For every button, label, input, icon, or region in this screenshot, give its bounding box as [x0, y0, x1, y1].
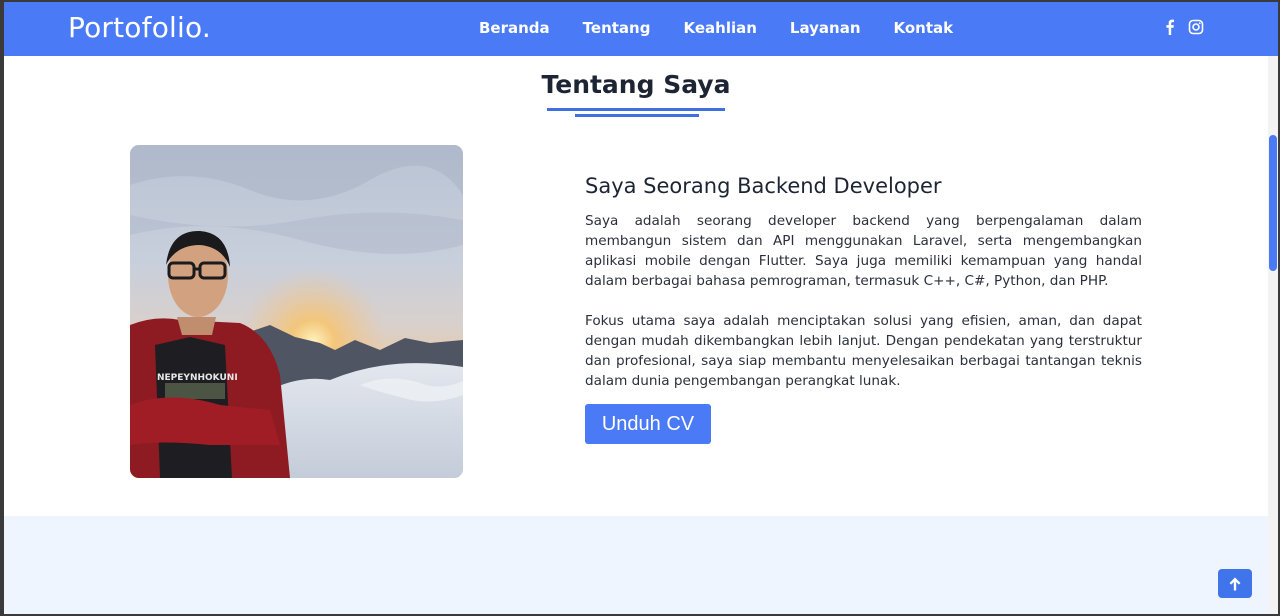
nav-item-tentang[interactable]: Tentang [583, 19, 651, 37]
about-heading: Saya Seorang Backend Developer [585, 174, 942, 198]
instagram-icon[interactable] [1188, 18, 1204, 36]
about-paragraph-2: Fokus utama saya adalah menciptakan solu… [585, 313, 1142, 389]
social-links [1162, 18, 1204, 36]
shirt-print: NEPEYNHOKUNI [157, 373, 238, 383]
nav-links: Beranda Tentang Keahlian Layanan Kontak [479, 19, 986, 37]
page: Portofolio. Beranda Tentang Keahlian Lay… [4, 2, 1278, 614]
profile-photo: NEPEYNHOKUNI [130, 145, 463, 478]
navbar: Portofolio. Beranda Tentang Keahlian Lay… [4, 2, 1278, 56]
next-section [4, 516, 1268, 614]
nav-item-layanan[interactable]: Layanan [790, 19, 861, 37]
download-cv-button[interactable]: Unduh CV [585, 404, 711, 444]
scrollbar-thumb[interactable] [1269, 135, 1277, 271]
nav-item-kontak[interactable]: Kontak [894, 19, 954, 37]
section-title: Tentang Saya [541, 70, 731, 99]
nav-item-beranda[interactable]: Beranda [479, 19, 550, 37]
arrow-up-icon [1229, 577, 1241, 590]
facebook-icon[interactable] [1162, 18, 1178, 36]
back-to-top-button[interactable] [1218, 569, 1252, 598]
title-underline [547, 108, 725, 111]
about-paragraph-1: Saya adalah seorang developer backend ya… [585, 213, 1142, 289]
brand-logo[interactable]: Portofolio. [68, 11, 211, 44]
title-underline-short [575, 114, 699, 117]
nav-item-keahlian[interactable]: Keahlian [683, 19, 756, 37]
